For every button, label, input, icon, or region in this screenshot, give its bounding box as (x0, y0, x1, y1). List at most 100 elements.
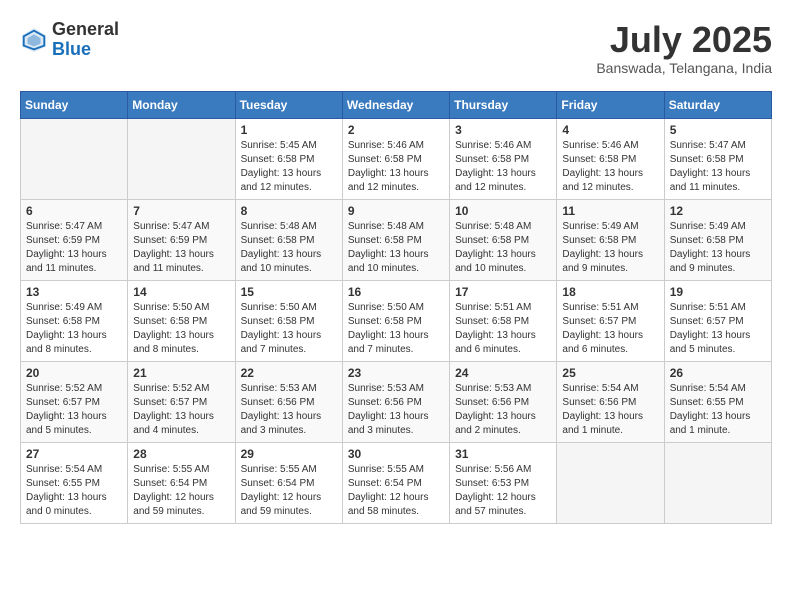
day-info: Sunrise: 5:52 AM Sunset: 6:57 PM Dayligh… (133, 382, 229, 438)
day-info: Sunrise: 5:55 AM Sunset: 6:54 PM Dayligh… (348, 463, 444, 519)
calendar-cell: 18Sunrise: 5:51 AM Sunset: 6:57 PM Dayli… (557, 280, 664, 361)
calendar-cell: 20Sunrise: 5:52 AM Sunset: 6:57 PM Dayli… (21, 361, 128, 442)
day-number: 23 (348, 366, 444, 380)
calendar-cell: 14 Sunrise: 5:50 AM Sunset: 6:58 PM Dayli… (128, 280, 235, 361)
day-number: 31 (455, 447, 551, 461)
calendar-week-row: 27 Sunrise: 5:54 AM Sunset: 6:55 PM Dayli… (21, 442, 772, 523)
calendar-cell: 27 Sunrise: 5:54 AM Sunset: 6:55 PM Dayli… (21, 442, 128, 523)
logo-blue-text: Blue (52, 40, 119, 60)
day-info: Sunrise: 5:54 AM Sunset: 6:56 PM Dayligh… (562, 382, 658, 438)
day-info: Sunrise: 5:46 AM Sunset: 6:58 PM Dayligh… (455, 139, 551, 195)
day-of-week-header: Sunday (21, 91, 128, 118)
calendar-cell: 28Sunrise: 5:55 AM Sunset: 6:54 PM Dayli… (128, 442, 235, 523)
day-number: 15 (241, 285, 337, 299)
calendar-week-row: 20Sunrise: 5:52 AM Sunset: 6:57 PM Dayli… (21, 361, 772, 442)
day-info: Sunrise: 5:55 AM Sunset: 6:54 PM Dayligh… (241, 463, 337, 519)
calendar-cell: 3 Sunrise: 5:46 AM Sunset: 6:58 PM Daylig… (450, 118, 557, 199)
day-number: 30 (348, 447, 444, 461)
day-info: Sunrise: 5:50 AM Sunset: 6:58 PM Dayligh… (133, 301, 229, 357)
calendar-table: SundayMondayTuesdayWednesdayThursdayFrid… (20, 91, 772, 524)
day-of-week-header: Thursday (450, 91, 557, 118)
calendar-cell: 15 Sunrise: 5:50 AM Sunset: 6:58 PM Dayli… (235, 280, 342, 361)
calendar-cell: 21 Sunrise: 5:52 AM Sunset: 6:57 PM Dayli… (128, 361, 235, 442)
calendar-cell (664, 442, 771, 523)
month-title: July 2025 (596, 20, 772, 60)
day-info: Sunrise: 5:53 AM Sunset: 6:56 PM Dayligh… (348, 382, 444, 438)
day-of-week-header: Friday (557, 91, 664, 118)
calendar-cell: 26 Sunrise: 5:54 AM Sunset: 6:55 PM Dayli… (664, 361, 771, 442)
calendar-cell: 10 Sunrise: 5:48 AM Sunset: 6:58 PM Dayli… (450, 199, 557, 280)
day-info: Sunrise: 5:54 AM Sunset: 6:55 PM Dayligh… (26, 463, 122, 519)
day-number: 6 (26, 204, 122, 218)
day-number: 3 (455, 123, 551, 137)
day-number: 14 (133, 285, 229, 299)
calendar-cell: 1 Sunrise: 5:45 AM Sunset: 6:58 PM Daylig… (235, 118, 342, 199)
day-number: 27 (26, 447, 122, 461)
calendar-week-row: 13 Sunrise: 5:49 AM Sunset: 6:58 PM Dayli… (21, 280, 772, 361)
calendar-cell: 12 Sunrise: 5:49 AM Sunset: 6:58 PM Dayli… (664, 199, 771, 280)
day-info: Sunrise: 5:51 AM Sunset: 6:57 PM Dayligh… (670, 301, 766, 357)
day-info: Sunrise: 5:49 AM Sunset: 6:58 PM Dayligh… (26, 301, 122, 357)
page-header: General Blue July 2025 Banswada, Telanga… (20, 20, 772, 76)
calendar-cell: 19 Sunrise: 5:51 AM Sunset: 6:57 PM Dayli… (664, 280, 771, 361)
title-area: July 2025 Banswada, Telangana, India (596, 20, 772, 76)
day-info: Sunrise: 5:48 AM Sunset: 6:58 PM Dayligh… (455, 220, 551, 276)
calendar-cell: 9 Sunrise: 5:48 AM Sunset: 6:58 PM Daylig… (342, 199, 449, 280)
day-number: 17 (455, 285, 551, 299)
day-info: Sunrise: 5:49 AM Sunset: 6:58 PM Dayligh… (562, 220, 658, 276)
day-info: Sunrise: 5:54 AM Sunset: 6:55 PM Dayligh… (670, 382, 766, 438)
calendar-cell: 7Sunrise: 5:47 AM Sunset: 6:59 PM Daylig… (128, 199, 235, 280)
day-number: 21 (133, 366, 229, 380)
day-info: Sunrise: 5:49 AM Sunset: 6:58 PM Dayligh… (670, 220, 766, 276)
logo-general-text: General (52, 20, 119, 40)
logo-text: General Blue (52, 20, 119, 60)
day-number: 13 (26, 285, 122, 299)
calendar-cell: 30 Sunrise: 5:55 AM Sunset: 6:54 PM Dayli… (342, 442, 449, 523)
day-number: 24 (455, 366, 551, 380)
calendar-cell: 24Sunrise: 5:53 AM Sunset: 6:56 PM Dayli… (450, 361, 557, 442)
day-info: Sunrise: 5:50 AM Sunset: 6:58 PM Dayligh… (241, 301, 337, 357)
calendar-cell (21, 118, 128, 199)
day-info: Sunrise: 5:51 AM Sunset: 6:58 PM Dayligh… (455, 301, 551, 357)
calendar-cell: 4 Sunrise: 5:46 AM Sunset: 6:58 PM Daylig… (557, 118, 664, 199)
calendar-week-row: 1 Sunrise: 5:45 AM Sunset: 6:58 PM Daylig… (21, 118, 772, 199)
day-info: Sunrise: 5:46 AM Sunset: 6:58 PM Dayligh… (348, 139, 444, 195)
calendar-cell: 22Sunrise: 5:53 AM Sunset: 6:56 PM Dayli… (235, 361, 342, 442)
day-info: Sunrise: 5:45 AM Sunset: 6:58 PM Dayligh… (241, 139, 337, 195)
day-info: Sunrise: 5:47 AM Sunset: 6:59 PM Dayligh… (26, 220, 122, 276)
location: Banswada, Telangana, India (596, 60, 772, 76)
calendar-cell: 2 Sunrise: 5:46 AM Sunset: 6:58 PM Daylig… (342, 118, 449, 199)
day-of-week-header: Wednesday (342, 91, 449, 118)
day-number: 11 (562, 204, 658, 218)
day-number: 10 (455, 204, 551, 218)
day-number: 16 (348, 285, 444, 299)
day-number: 4 (562, 123, 658, 137)
day-info: Sunrise: 5:50 AM Sunset: 6:58 PM Dayligh… (348, 301, 444, 357)
calendar-cell: 16 Sunrise: 5:50 AM Sunset: 6:58 PM Dayli… (342, 280, 449, 361)
day-number: 19 (670, 285, 766, 299)
day-of-week-header: Saturday (664, 91, 771, 118)
day-info: Sunrise: 5:46 AM Sunset: 6:58 PM Dayligh… (562, 139, 658, 195)
day-info: Sunrise: 5:56 AM Sunset: 6:53 PM Dayligh… (455, 463, 551, 519)
day-number: 9 (348, 204, 444, 218)
calendar-cell: 31 Sunrise: 5:56 AM Sunset: 6:53 PM Dayli… (450, 442, 557, 523)
day-number: 12 (670, 204, 766, 218)
calendar-cell: 11 Sunrise: 5:49 AM Sunset: 6:58 PM Dayli… (557, 199, 664, 280)
day-info: Sunrise: 5:55 AM Sunset: 6:54 PM Dayligh… (133, 463, 229, 519)
day-number: 26 (670, 366, 766, 380)
calendar-week-row: 6 Sunrise: 5:47 AM Sunset: 6:59 PM Daylig… (21, 199, 772, 280)
day-number: 2 (348, 123, 444, 137)
day-of-week-header: Tuesday (235, 91, 342, 118)
day-number: 1 (241, 123, 337, 137)
day-of-week-header: Monday (128, 91, 235, 118)
day-number: 18 (562, 285, 658, 299)
calendar-cell: 17 Sunrise: 5:51 AM Sunset: 6:58 PM Dayli… (450, 280, 557, 361)
day-number: 25 (562, 366, 658, 380)
calendar-cell: 23 Sunrise: 5:53 AM Sunset: 6:56 PM Dayli… (342, 361, 449, 442)
calendar-cell: 6 Sunrise: 5:47 AM Sunset: 6:59 PM Daylig… (21, 199, 128, 280)
day-info: Sunrise: 5:48 AM Sunset: 6:58 PM Dayligh… (348, 220, 444, 276)
logo-icon (20, 26, 48, 54)
day-number: 22 (241, 366, 337, 380)
day-info: Sunrise: 5:47 AM Sunset: 6:59 PM Dayligh… (133, 220, 229, 276)
calendar-cell: 13 Sunrise: 5:49 AM Sunset: 6:58 PM Dayli… (21, 280, 128, 361)
